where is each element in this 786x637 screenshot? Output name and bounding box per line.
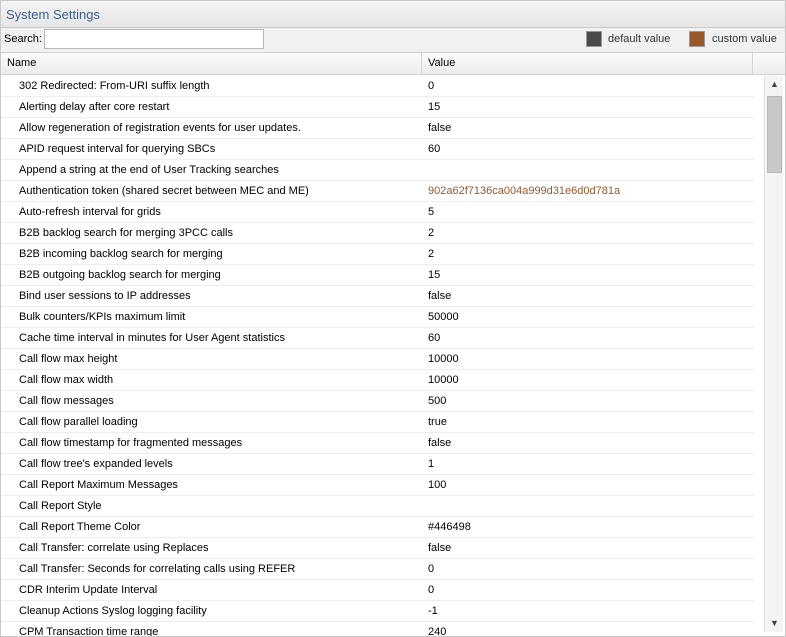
setting-name: Call flow parallel loading [19,416,138,428]
setting-name: Cache time interval in minutes for User … [19,332,285,344]
default-value-swatch [586,31,602,47]
setting-name: Call Transfer: correlate using Replaces [19,542,209,554]
table-row[interactable]: Call Transfer: correlate using Replaces f… [1,538,754,559]
setting-name: CDR Interim Update Interval [19,584,158,596]
custom-value-legend-label: custom value [712,33,777,45]
setting-value: 902a62f7136ca004a999d31e6d0d781a [428,185,621,197]
table-row[interactable]: CDR Interim Update Interval 0 [1,580,754,601]
setting-value: false [428,122,452,134]
scroll-up-arrow-icon[interactable]: ▲ [765,76,784,93]
table-row[interactable]: Call flow parallel loading true [1,412,754,433]
table-row[interactable]: CPM Transaction time range 240 [1,622,754,636]
table-row[interactable]: Call Report Maximum Messages 100 [1,475,754,496]
search-input[interactable] [44,29,264,49]
default-value-legend-label: default value [608,33,671,45]
table-row[interactable]: Call flow tree's expanded levels 1 [1,454,754,475]
setting-value: 500 [428,395,447,407]
table-row[interactable]: Bind user sessions to IP addresses false [1,286,754,307]
setting-name: B2B backlog search for merging 3PCC call… [19,227,233,239]
setting-name: Call flow messages [19,395,114,407]
table-row[interactable]: Allow regeneration of registration event… [1,118,754,139]
setting-name: Call flow timestamp for fragmented messa… [19,437,243,449]
setting-value: #446498 [428,521,471,533]
setting-value: 100 [428,479,447,491]
setting-value: 10000 [428,353,459,365]
table-row[interactable]: Call flow messages 500 [1,391,754,412]
custom-value-swatch [689,31,705,47]
setting-name: CPM Transaction time range [19,626,159,636]
setting-name: Alerting delay after core restart [19,101,170,113]
system-settings-panel: System Settings Search: default value cu… [0,0,786,637]
setting-value: 2 [428,227,435,239]
table-row[interactable]: B2B outgoing backlog search for merging 1… [1,265,754,286]
setting-value: true [428,416,447,428]
vertical-scrollbar[interactable]: ▲ ▼ [764,76,783,632]
table-row[interactable]: Alerting delay after core restart 15 [1,97,754,118]
setting-name: B2B outgoing backlog search for merging [19,269,221,281]
table-row[interactable]: Call flow max height 10000 [1,349,754,370]
setting-name: Call Report Theme Color [19,521,141,533]
table-row[interactable]: Call Report Theme Color #446498 [1,517,754,538]
setting-value: 240 [428,626,447,636]
column-header-value[interactable]: Value [422,53,753,74]
table-row[interactable]: Call Transfer: Seconds for correlating c… [1,559,754,580]
setting-name: Call flow tree's expanded levels [19,458,173,470]
setting-name: Call Report Maximum Messages [19,479,178,491]
table-row[interactable]: B2B incoming backlog search for merging 2 [1,244,754,265]
setting-name: Auto-refresh interval for grids [19,206,161,218]
scroll-down-arrow-icon[interactable]: ▼ [765,615,784,632]
setting-value: false [428,542,452,554]
setting-name: Cleanup Actions Syslog logging facility [19,605,207,617]
setting-value: -1 [428,605,438,617]
setting-value: 15 [428,269,441,281]
setting-name: Bulk counters/KPIs maximum limit [19,311,186,323]
setting-name: Append a string at the end of User Track… [19,164,279,176]
table-row[interactable]: APID request interval for querying SBCs 6… [1,139,754,160]
setting-value: 1 [428,458,435,470]
search-toolbar: Search: default value custom value [1,28,785,53]
table-row[interactable]: B2B backlog search for merging 3PCC call… [1,223,754,244]
table-row[interactable]: Append a string at the end of User Track… [1,160,754,181]
setting-name: APID request interval for querying SBCs [19,143,216,155]
setting-value: 10000 [428,374,459,386]
setting-name: Authentication token (shared secret betw… [19,185,309,197]
table-row[interactable]: Cache time interval in minutes for User … [1,328,754,349]
setting-name: Call Transfer: Seconds for correlating c… [19,563,296,575]
setting-name: Call flow max height [19,353,118,365]
setting-value: 2 [428,248,435,260]
table-row[interactable]: Bulk counters/KPIs maximum limit 50000 [1,307,754,328]
scrollbar-thumb[interactable] [767,96,782,173]
setting-name: Call Report Style [19,500,102,512]
setting-value: 5 [428,206,435,218]
setting-value: 15 [428,101,441,113]
setting-value: 0 [428,80,435,92]
setting-value: 50000 [428,311,459,323]
search-label: Search: [4,33,42,45]
table-row[interactable]: Cleanup Actions Syslog logging facility -… [1,601,754,622]
table-row[interactable]: Call Report Style [1,496,754,517]
setting-name: B2B incoming backlog search for merging [19,248,223,260]
setting-value: 60 [428,332,441,344]
setting-value: 0 [428,563,435,575]
settings-table-body: 302 Redirected: From-URI suffix length 0 A… [1,76,762,636]
setting-name: Call flow max width [19,374,114,386]
table-row[interactable]: Call flow timestamp for fragmented messa… [1,433,754,454]
setting-value: false [428,290,452,302]
setting-name: 302 Redirected: From-URI suffix length [19,80,210,92]
setting-value: false [428,437,452,449]
table-row[interactable]: Auto-refresh interval for grids 5 [1,202,754,223]
setting-value: 0 [428,584,435,596]
table-row[interactable]: 302 Redirected: From-URI suffix length 0 [1,76,754,97]
table-row[interactable]: Authentication token (shared secret betw… [1,181,754,202]
table-header: Name Value [1,53,785,75]
table-row[interactable]: Call flow max width 10000 [1,370,754,391]
column-header-name[interactable]: Name [1,53,422,74]
setting-value: 60 [428,143,441,155]
panel-title: System Settings [6,7,100,22]
setting-name: Allow regeneration of registration event… [19,122,301,134]
panel-titlebar: System Settings [1,1,785,28]
setting-name: Bind user sessions to IP addresses [19,290,191,302]
